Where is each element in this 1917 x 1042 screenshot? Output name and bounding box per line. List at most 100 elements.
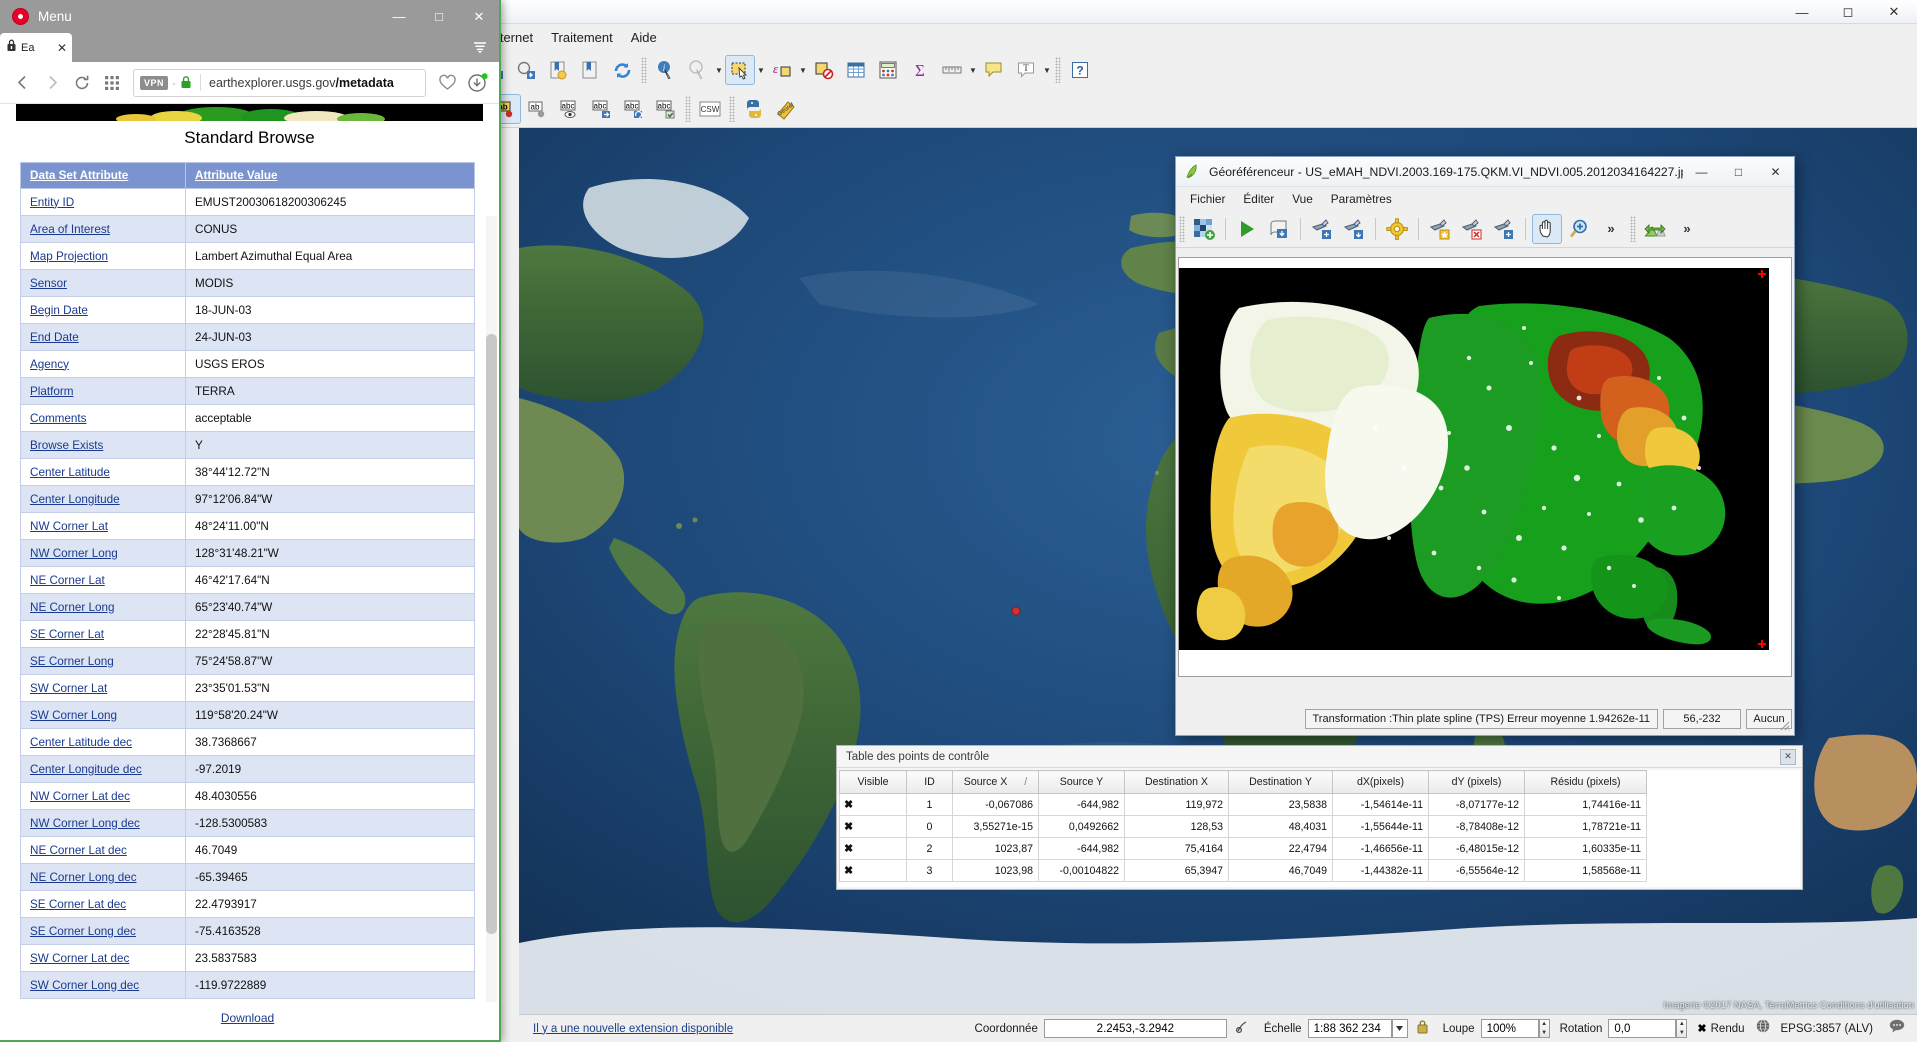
metadata-key-link[interactable]: NW Corner Long dec	[30, 817, 140, 830]
zoom-in-icon[interactable]	[1565, 215, 1593, 243]
metadata-key-link[interactable]: Agency	[30, 358, 69, 371]
padlock-icon[interactable]	[180, 76, 192, 89]
gcp-visible-checkbox[interactable]: ✖	[839, 859, 907, 882]
csw-icon[interactable]: CSW	[696, 95, 724, 123]
zoom-next-icon[interactable]	[512, 56, 540, 84]
text-annotation-icon[interactable]: T	[1012, 56, 1040, 84]
crs-label[interactable]: EPSG:3857 (ALV)	[1781, 1023, 1873, 1035]
qgis-minimize-button[interactable]: —	[1779, 0, 1825, 24]
move-gcp-point-icon[interactable]	[1426, 215, 1454, 243]
browser-minimize-button[interactable]: —	[379, 0, 419, 33]
col-dy[interactable]: dY (pixels)	[1428, 770, 1525, 794]
gcp-table-scroll-area[interactable]: Visible ID Source X / Source Y Destinati…	[839, 770, 1800, 887]
browser-page-content[interactable]: Standard Browse Data Set Attribute Attri…	[0, 104, 499, 1040]
metadata-key-link[interactable]: SE Corner Long	[30, 655, 114, 668]
gcp-visible-checkbox[interactable]: ✖	[839, 837, 907, 860]
metadata-key-link[interactable]: Area of Interest	[30, 223, 110, 236]
geo-menu-editer[interactable]: Éditer	[1234, 189, 1283, 209]
browser-menu-label[interactable]: Menu	[38, 9, 72, 24]
metadata-key-link[interactable]: Entity ID	[30, 196, 74, 209]
map-tips-dropdown-caret[interactable]: ▼	[714, 56, 724, 84]
metadata-key-link[interactable]: Center Latitude	[30, 466, 110, 479]
select-expression-caret[interactable]: ▼	[798, 56, 808, 84]
metadata-key-link[interactable]: SW Corner Long	[30, 709, 117, 722]
metadata-key-link[interactable]: Center Longitude	[30, 493, 120, 506]
add-point-icon[interactable]	[1308, 215, 1336, 243]
toolbar-drag-handle-4[interactable]	[729, 95, 735, 122]
new-extension-link[interactable]: Il y a une nouvelle extension disponible	[533, 1023, 733, 1035]
geo-menu-fichier[interactable]: Fichier	[1181, 189, 1234, 209]
toolbar-overflow-icon-2[interactable]: »	[1673, 215, 1701, 243]
label-rotate-icon[interactable]: abc	[620, 95, 648, 123]
magnifier-field[interactable]: 100%	[1480, 1019, 1539, 1038]
annotation-icon[interactable]	[980, 56, 1008, 84]
panel-close-icon[interactable]: ✕	[1780, 748, 1796, 765]
metadata-key-link[interactable]: SE Corner Long dec	[30, 925, 136, 938]
metadata-key-link[interactable]: SE Corner Lat dec	[30, 898, 126, 911]
metadata-key-link[interactable]: End Date	[30, 331, 79, 344]
crs-globe-icon[interactable]	[1756, 1019, 1770, 1038]
statistical-summary-icon[interactable]: Σ	[906, 56, 934, 84]
col-source-y[interactable]: Source Y	[1038, 770, 1125, 794]
gcp-table-row[interactable]: ✖ 0 3,55271e-15 0,0492662 128,53 48,4031 -1,55…	[839, 815, 1647, 838]
toolbar-drag-handle[interactable]	[641, 57, 647, 83]
toolbar-drag-handle-3[interactable]	[685, 95, 691, 122]
gcp-table-row[interactable]: ✖ 2 1023,87 -644,982 75,4164 22,4794 -1,46656e…	[839, 837, 1647, 860]
col-id[interactable]: ID	[906, 770, 953, 794]
gcp-visible-checkbox[interactable]: ✖	[839, 815, 907, 838]
bookmark-heart-icon[interactable]	[432, 68, 462, 98]
georeferencer-titlebar[interactable]: Géoréférenceur - US_eMAH_NDVI.2003.169-1…	[1176, 157, 1794, 187]
measure-line-icon[interactable]	[938, 56, 966, 84]
metadata-key-link[interactable]: NW Corner Lat	[30, 520, 108, 533]
metadata-key-link[interactable]: SW Corner Long dec	[30, 979, 139, 992]
georeferencer-maximize-button[interactable]: □	[1720, 157, 1757, 187]
metadata-key-link[interactable]: NE Corner Lat	[30, 574, 105, 587]
label-single-icon[interactable]: ab	[524, 95, 552, 123]
browser-maximize-button[interactable]: □	[419, 0, 459, 33]
col-visible[interactable]: Visible	[839, 770, 907, 794]
add-gcp-point-icon[interactable]	[1490, 215, 1518, 243]
deselect-features-icon[interactable]	[810, 56, 838, 84]
open-raster-icon[interactable]	[1190, 215, 1218, 243]
label-visibility-icon[interactable]: abc	[556, 95, 584, 123]
select-dropdown-caret[interactable]: ▼	[756, 56, 766, 84]
help-icon[interactable]: ?	[1066, 56, 1094, 84]
browser-titlebar[interactable]: Menu — □ ✕	[0, 0, 499, 33]
map-tips-icon[interactable]	[684, 56, 712, 84]
metadata-key-link[interactable]: SW Corner Lat dec	[30, 952, 129, 965]
col-residual[interactable]: Résidu (pixels)	[1524, 770, 1647, 794]
scale-field[interactable]: 1:88 362 234	[1307, 1019, 1392, 1038]
geo-menu-vue[interactable]: Vue	[1283, 189, 1322, 209]
metadata-key-link[interactable]: Browse Exists	[30, 439, 103, 452]
scale-dropdown-caret[interactable]	[1391, 1019, 1408, 1038]
menu-aide[interactable]: Aide	[622, 27, 666, 48]
gcp-table-row[interactable]: ✖ 1 -0,067086 -644,982 119,972 23,5838 -1,5461…	[839, 793, 1647, 816]
geo-toolbar-handle-2[interactable]	[1630, 215, 1636, 242]
address-bar[interactable]: VPN · earthexplorer.usgs.gov/metadata	[133, 68, 426, 97]
rotation-field[interactable]: 0,0	[1608, 1019, 1677, 1038]
col-dx[interactable]: dX(pixels)	[1332, 770, 1429, 794]
annotation-dropdown-caret[interactable]: ▼	[1042, 56, 1052, 84]
generate-gdal-script-icon[interactable]	[1265, 215, 1293, 243]
field-calculator-icon[interactable]	[874, 56, 902, 84]
toolbar-drag-handle-2[interactable]	[1055, 57, 1061, 83]
download-link[interactable]: Download	[221, 1011, 274, 1025]
metadata-key-link[interactable]: NW Corner Long	[30, 547, 118, 560]
col-destination-x[interactable]: Destination X	[1124, 770, 1229, 794]
show-bookmarks-icon[interactable]	[576, 56, 604, 84]
open-attribute-table-icon[interactable]	[842, 56, 870, 84]
georeferencer-minimize-button[interactable]: —	[1683, 157, 1720, 187]
geo-toolbar-handle[interactable]	[1179, 215, 1185, 242]
qgis-close-button[interactable]: ✕	[1871, 0, 1917, 24]
toolbar-overflow-icon[interactable]: »	[1597, 215, 1625, 243]
render-checkbox[interactable]: ✖	[1697, 1022, 1706, 1035]
metadata-key-link[interactable]: Platform	[30, 385, 74, 398]
forward-button[interactable]	[37, 68, 67, 98]
browser-close-button[interactable]: ✕	[459, 0, 499, 33]
toggle-mouse-position-icon[interactable]	[1235, 1019, 1250, 1039]
transformation-settings-icon[interactable]	[1383, 215, 1411, 243]
messages-icon[interactable]	[1889, 1019, 1905, 1038]
identify-features-icon[interactable]: i	[652, 56, 680, 84]
reload-button[interactable]	[67, 68, 97, 98]
georeferencer-image-canvas[interactable]	[1178, 257, 1792, 677]
